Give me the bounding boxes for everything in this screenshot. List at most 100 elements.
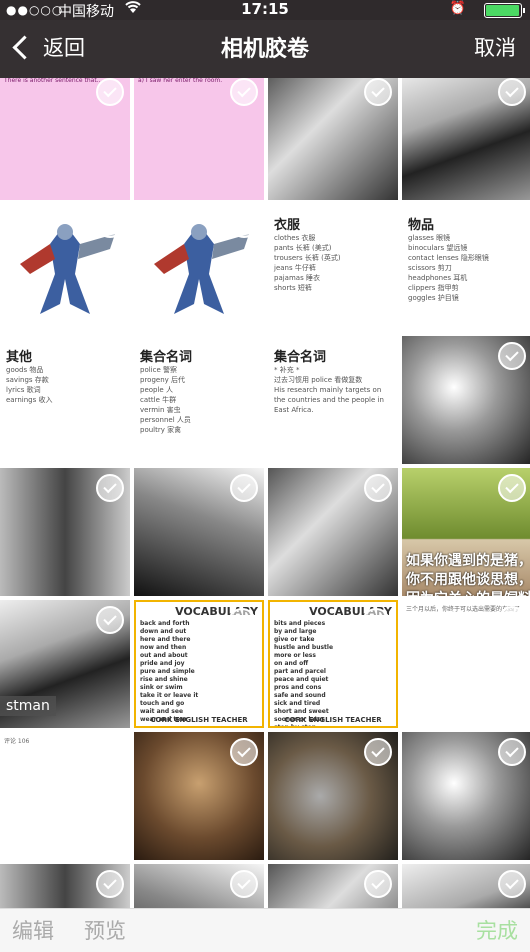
select-checkmark-icon[interactable]: [364, 342, 392, 370]
select-checkmark-icon[interactable]: [230, 870, 258, 898]
select-checkmark-icon[interactable]: [362, 608, 390, 636]
select-checkmark-icon[interactable]: [96, 78, 124, 106]
status-bar: ●●○○○ 中国移动 17:15 ⏰: [0, 0, 530, 20]
vocab-word: here and there: [140, 636, 191, 643]
thumbnail-line: goggles 护目镜: [408, 294, 459, 302]
thumbnail-line: earnings 收入: [6, 396, 53, 404]
select-checkmark-icon[interactable]: [498, 606, 526, 634]
select-checkmark-icon[interactable]: [498, 210, 526, 238]
select-checkmark-icon[interactable]: [96, 606, 124, 634]
select-checkmark-icon[interactable]: [96, 474, 124, 502]
photo-thumbnail[interactable]: 评论 106: [0, 732, 130, 860]
vocab-word: pride and joy: [140, 660, 185, 667]
photo-thumbnail[interactable]: VOCABULARY back and forth down and out here…: [134, 600, 264, 728]
select-checkmark-icon[interactable]: [230, 78, 258, 106]
bottom-toolbar: 编辑 预览 完成: [0, 908, 530, 952]
photo-thumbnail[interactable]: [402, 732, 530, 860]
select-checkmark-icon[interactable]: [364, 738, 392, 766]
thumbnail-caption: 如果你遇到的是猪，你不用跟他谈思想，因为它关心的是饲料: [406, 553, 530, 596]
vocab-footer: CORK ENGLISH TEACHER: [284, 716, 382, 724]
photo-thumbnail[interactable]: [268, 78, 398, 200]
select-checkmark-icon[interactable]: [498, 474, 526, 502]
photo-thumbnail[interactable]: 三个月以后，你终于可以选出需要的东西了: [402, 600, 530, 728]
photo-thumbnail[interactable]: 如果你遇到的是猪，你不用跟他谈思想，因为它关心的是饲料: [402, 468, 530, 596]
thumbnail-line: cattle 牛群: [140, 396, 177, 404]
vocab-word: hustle and bustle: [274, 644, 334, 651]
select-checkmark-icon[interactable]: [96, 738, 124, 766]
thumbnail-line: pajamas 睡衣: [274, 274, 320, 282]
edit-button[interactable]: 编辑: [12, 915, 54, 945]
select-checkmark-icon[interactable]: [230, 342, 258, 370]
select-checkmark-icon[interactable]: [364, 210, 392, 238]
vocab-word: out and about: [140, 652, 188, 659]
thumbnail-line: binoculars 望远镜: [408, 244, 468, 252]
photo-thumbnail[interactable]: 集合名词 * 补充 * 过去习惯用 police 看做复数 His research …: [268, 336, 398, 464]
photo-thumbnail[interactable]: 其他 goods 物品 savings 存款 lyrics 歌词 earnings 收入: [0, 336, 130, 464]
select-checkmark-icon[interactable]: [96, 210, 124, 238]
select-checkmark-icon[interactable]: [96, 342, 124, 370]
thumbnail-line: contact lenses 隐形眼镜: [408, 254, 489, 262]
photo-thumbnail[interactable]: [0, 204, 130, 332]
preview-button[interactable]: 预览: [84, 915, 126, 945]
vocab-word: wait and see: [140, 708, 184, 715]
photo-thumbnail[interactable]: [134, 732, 264, 860]
done-button[interactable]: 完成: [476, 915, 518, 945]
vocab-word: pure and simple: [140, 668, 195, 675]
select-checkmark-icon[interactable]: [96, 870, 124, 898]
thumbnail-line: trousers 长裤 (英式): [274, 254, 341, 262]
vocab-word: give or take: [274, 636, 315, 643]
vocab-word: more or less: [274, 652, 316, 659]
thumbnail-line: vermin 害虫: [140, 406, 181, 414]
photo-grid: There is another sentence that... a) I sa…: [0, 78, 530, 908]
select-checkmark-icon[interactable]: [498, 342, 526, 370]
photo-thumbnail[interactable]: [134, 468, 264, 596]
vocab-word: sick and tired: [274, 700, 321, 707]
photo-thumbnail[interactable]: 集合名词 police 警察 progeny 后代 people 人 cattle 牛群…: [134, 336, 264, 464]
photo-thumbnail[interactable]: There is another sentence that...: [0, 78, 130, 200]
select-checkmark-icon[interactable]: [498, 870, 526, 898]
select-checkmark-icon[interactable]: [364, 870, 392, 898]
thumbnail-line: 过去习惯用 police 看做复数: [274, 376, 363, 384]
thumbnail-line: His research mainly targets on the count…: [274, 386, 384, 414]
photo-thumbnail[interactable]: a) I saw her enter the room.: [134, 78, 264, 200]
photo-thumbnail[interactable]: [0, 864, 130, 908]
cancel-button[interactable]: 取消: [474, 32, 516, 62]
select-checkmark-icon[interactable]: [230, 474, 258, 502]
vocab-word: now and then: [140, 644, 187, 651]
vocab-word: step by step: [274, 724, 316, 728]
thumbnail-line: poultry 家禽: [140, 426, 182, 434]
photo-thumbnail[interactable]: [402, 78, 530, 200]
vocab-word: touch and go: [140, 700, 185, 707]
vocab-word: take it or leave it: [140, 692, 199, 699]
thumbnail-line: scissors 剪刀: [408, 264, 452, 272]
select-checkmark-icon[interactable]: [230, 738, 258, 766]
thumbnail-line: savings 存款: [6, 376, 49, 384]
thumbnail-line: progeny 后代: [140, 376, 186, 384]
select-checkmark-icon[interactable]: [230, 210, 258, 238]
photo-thumbnail[interactable]: [402, 336, 530, 464]
vocab-word: safe and sound: [274, 692, 326, 699]
select-checkmark-icon[interactable]: [498, 78, 526, 106]
photo-thumbnail[interactable]: VOCABULARY bits and pieces by and large giv…: [268, 600, 398, 728]
thumbnail-line: shorts 短裤: [274, 284, 312, 292]
photo-thumbnail[interactable]: [0, 468, 130, 596]
photo-thumbnail[interactable]: stman: [0, 600, 130, 728]
photo-thumbnail[interactable]: 衣服 clothes 衣服 pants 长裤 (美式) trousers 长裤 (英式…: [268, 204, 398, 332]
photo-thumbnail[interactable]: [402, 864, 530, 908]
select-checkmark-icon[interactable]: [364, 78, 392, 106]
photo-thumbnail[interactable]: [268, 468, 398, 596]
photo-thumbnail[interactable]: [134, 864, 264, 908]
select-checkmark-icon[interactable]: [228, 608, 256, 636]
thumbnail-line: jeans 牛仔裤: [274, 264, 316, 272]
photo-thumbnail[interactable]: [268, 732, 398, 860]
vocab-word: short and sweet: [274, 708, 329, 715]
photo-thumbnail[interactable]: [268, 864, 398, 908]
thumbnail-tag: stman: [0, 696, 56, 716]
select-checkmark-icon[interactable]: [364, 474, 392, 502]
photo-thumbnail[interactable]: 物品 glasses 眼镜 binoculars 望远镜 contact lenses…: [402, 204, 530, 332]
select-checkmark-icon[interactable]: [498, 738, 526, 766]
photo-thumbnail[interactable]: [134, 204, 264, 332]
nav-bar: 返回 相机胶卷 取消: [0, 20, 530, 78]
vocab-word: pros and cons: [274, 684, 322, 691]
page-title: 相机胶卷: [220, 37, 309, 62]
